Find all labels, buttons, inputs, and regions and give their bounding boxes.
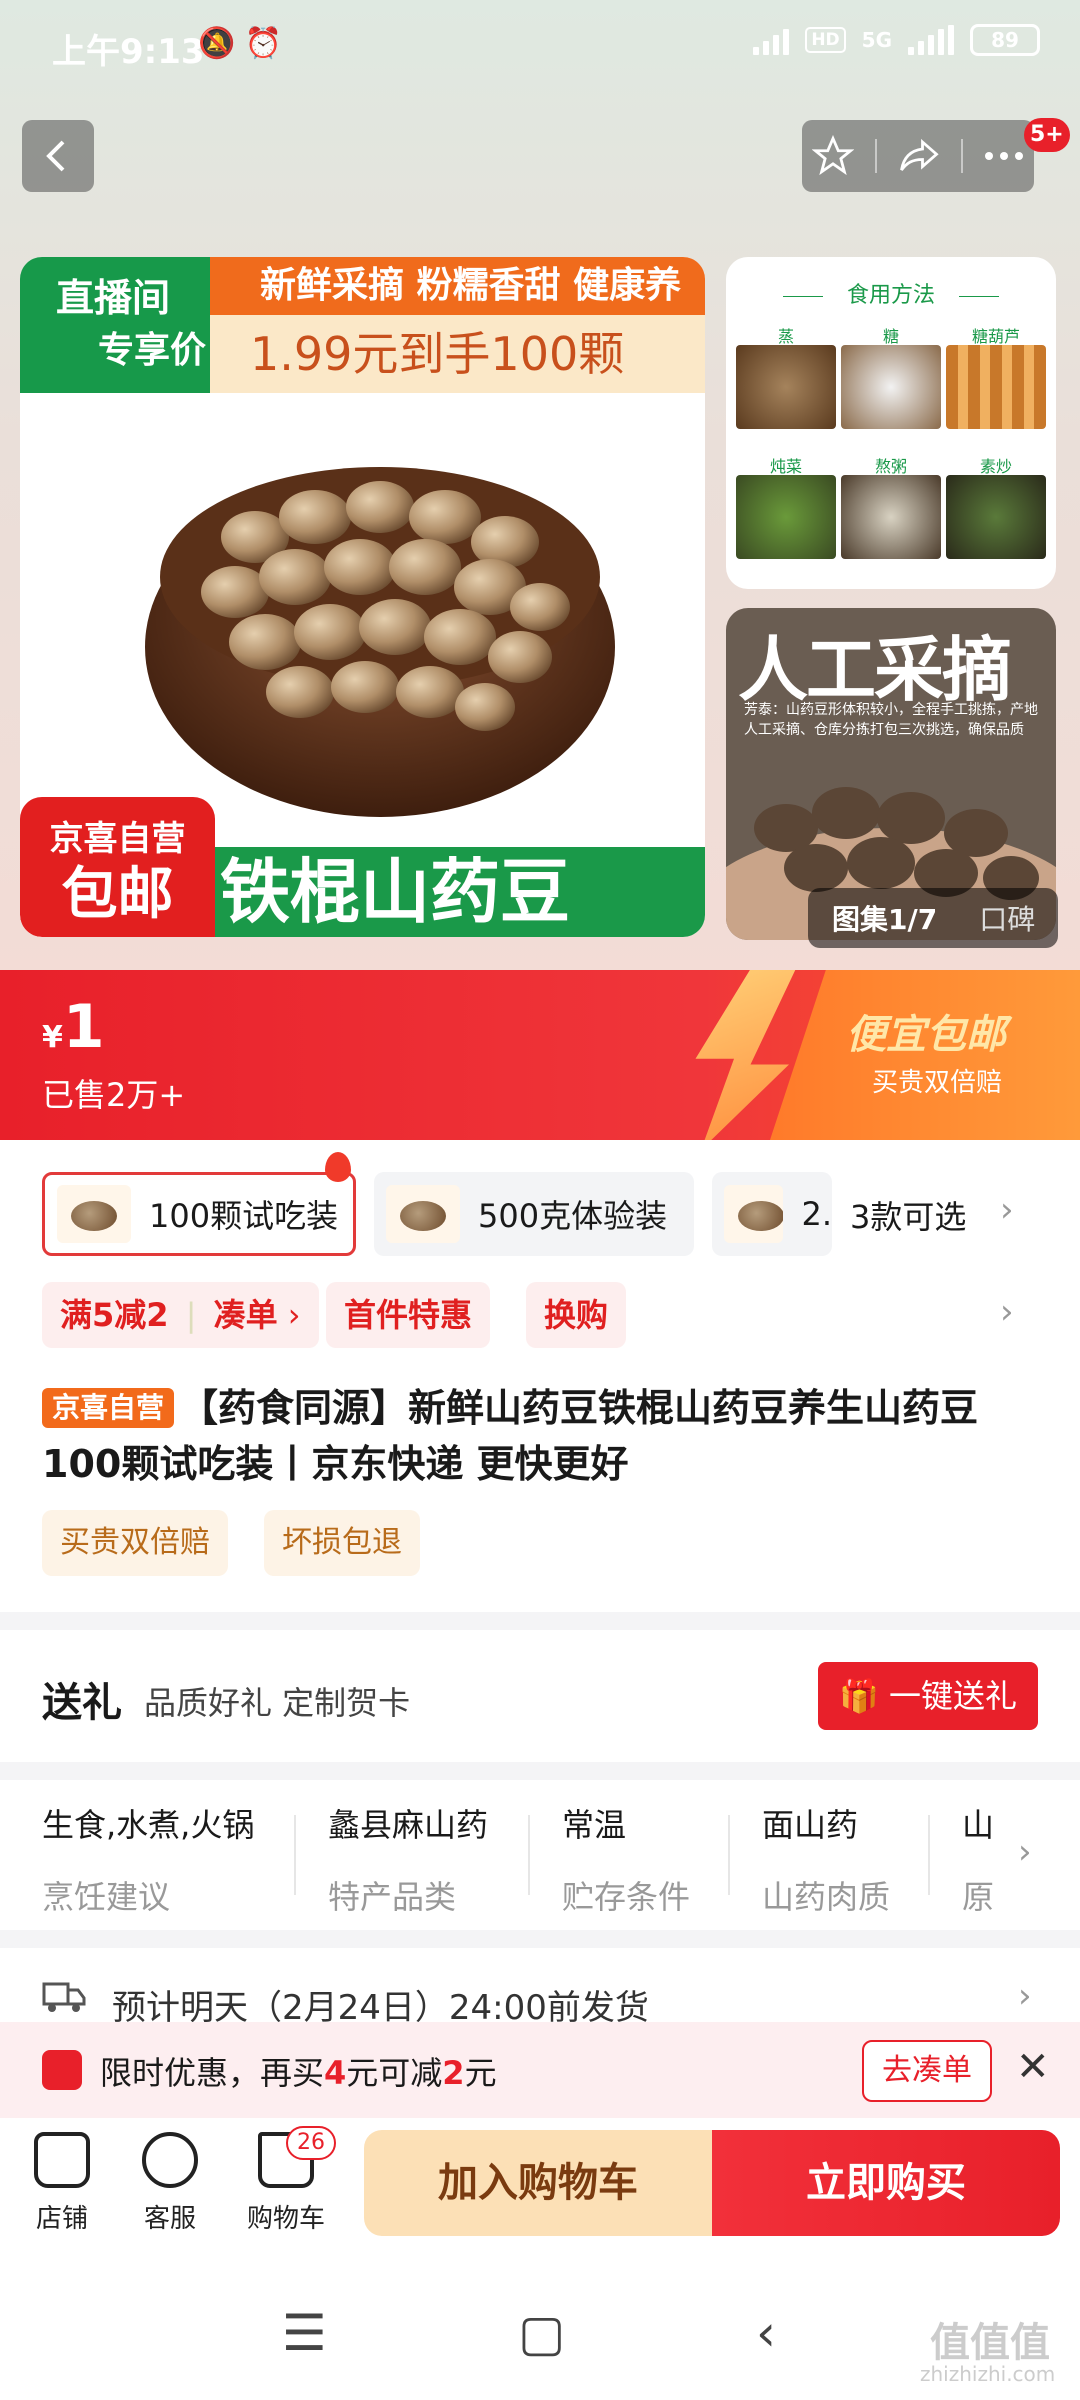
chat-icon xyxy=(142,2132,198,2188)
gift-icon: 🎁 xyxy=(838,1677,889,1715)
promo-title: 便宜包邮 xyxy=(846,1012,1006,1058)
network-label: 5G xyxy=(861,28,892,52)
star-icon[interactable] xyxy=(812,135,855,177)
cooking-cell: 熬粥 xyxy=(841,453,941,561)
promo-price-text: 1.99元到手100颗 xyxy=(210,315,705,393)
wifi-signal-icon xyxy=(753,25,790,55)
bowl-of-yam-beans-image xyxy=(145,467,615,817)
more-icon[interactable] xyxy=(984,151,1024,161)
live-price-tag: 直播间 专享价 xyxy=(20,257,230,393)
battery-icon: 89 xyxy=(970,24,1040,56)
price: ¥1 xyxy=(42,992,105,1062)
promo-chip-exchange[interactable]: 换购 xyxy=(526,1282,627,1348)
attribute-storage: 常温 贮存条件 xyxy=(562,1806,691,1916)
free-shipping-badge: 京喜自营 包邮 xyxy=(20,797,215,937)
sku-thumbnail xyxy=(57,1185,131,1243)
mute-alarm-icons: 🔕 ⏰ xyxy=(198,26,283,61)
watermark-url: zhizhizhi.com xyxy=(920,2362,1056,2386)
tab-gallery[interactable]: 图集1/7 xyxy=(808,898,937,938)
hd-icon: HD xyxy=(805,27,846,53)
share-icon[interactable] xyxy=(897,135,941,177)
chevron-right-icon[interactable]: › xyxy=(1000,1292,1014,1332)
menu-icon[interactable]: ☰ xyxy=(282,2304,327,2362)
watermark: 值值值 xyxy=(930,2320,1050,2366)
price-banner: ¥1 已售2万+ 便宜包邮 买贵双倍赔 xyxy=(0,970,1080,1140)
promo-slogan: 新鲜采摘 粉糯香甜 健康养生 xyxy=(210,257,705,364)
gift-title: 送礼 xyxy=(42,1680,122,1726)
cooking-cell: 炖菜 xyxy=(736,453,836,561)
send-gift-button[interactable]: 🎁 一键送礼 xyxy=(818,1662,1038,1730)
gallery-tabs: 图集1/7 口碑 xyxy=(808,888,1058,948)
store-icon xyxy=(34,2132,90,2188)
sku-option-500g[interactable]: 500克体验装 xyxy=(374,1172,694,1256)
limited-offer-bar: 限时优惠，再买4元可减2元 去凑单 ✕ xyxy=(0,2022,1080,2118)
service-tag-damage-refund[interactable]: 坏损包退 xyxy=(264,1510,420,1576)
add-to-cart-button[interactable]: 加入购物车 xyxy=(364,2130,712,2236)
cooking-cell: 蒸 xyxy=(736,323,836,431)
thumbnail-cooking-methods[interactable]: 食用方法 蒸 糖 糖葫芦 炖菜 熬粥 素炒 xyxy=(726,257,1056,589)
back-button[interactable] xyxy=(22,120,94,192)
attribute-category: 蠡县麻山药 特产品类 xyxy=(328,1806,489,1916)
promo-chip-discount[interactable]: 满5减2 | 凑单 › xyxy=(42,1282,319,1348)
jd-logo-icon xyxy=(42,2050,82,2090)
hot-icon xyxy=(325,1152,351,1182)
chevron-right-icon[interactable]: › xyxy=(1018,1976,1032,2016)
sku-more[interactable]: 3款可选 xyxy=(850,1192,966,1238)
status-bar: 上午9:13 🔕 ⏰ HD 5G 89 xyxy=(0,0,1080,92)
attribute-cooking: 生食,水煮,火锅 烹饪建议 xyxy=(42,1806,255,1916)
sold-count: 已售2万+ xyxy=(42,1076,186,1114)
status-time: 上午9:13 xyxy=(52,32,205,72)
cooking-cell: 糖 xyxy=(841,323,941,431)
cooking-cell: 素炒 xyxy=(946,453,1046,561)
store-button[interactable]: 店铺 xyxy=(12,2132,112,2235)
bottom-action-bar: 店铺 客服 购物车 26 加入购物车 立即购买 xyxy=(0,2118,1080,2258)
gift-subtitle: 品质好礼 定制贺卡 xyxy=(144,1684,411,1722)
system-navigation-bar: ☰ ▢ ‹ xyxy=(0,2258,1080,2400)
attribute-origin: 山原 xyxy=(962,1806,995,1916)
cart-count-badge: 26 xyxy=(286,2126,336,2160)
product-title: 京喜自营 【药食同源】新鲜山药豆铁棍山药豆养生山药豆 100颗试吃装丨京东快递 更… xyxy=(42,1386,979,1486)
sku-option-100[interactable]: 100颗试吃装 xyxy=(42,1172,356,1256)
home-icon[interactable]: ▢ xyxy=(518,2304,565,2362)
more-badge: 5+ xyxy=(1024,118,1070,152)
cooking-cell: 糖葫芦 xyxy=(946,323,1046,431)
attribute-texture: 面山药 山药肉质 xyxy=(762,1806,891,1916)
delivery-truck-icon xyxy=(42,1982,86,2012)
close-icon[interactable]: ✕ xyxy=(1016,2044,1050,2090)
sku-thumbnail xyxy=(386,1185,460,1243)
chevron-right-icon[interactable]: › xyxy=(1018,1832,1032,1872)
offer-text: 限时优惠，再买4元可减2元 xyxy=(100,2054,497,2092)
tab-reviews[interactable]: 口碑 xyxy=(937,898,1035,938)
customer-service-button[interactable]: 客服 xyxy=(120,2132,220,2235)
sku-option-3[interactable]: 2. xyxy=(712,1172,832,1256)
promo-chip-first-order[interactable]: 首件特惠 xyxy=(326,1282,491,1348)
add-on-button[interactable]: 去凑单 xyxy=(862,2040,992,2102)
chevron-right-icon[interactable]: › xyxy=(1000,1190,1014,1230)
self-operated-tag: 京喜自营 xyxy=(42,1388,175,1428)
chevron-left-icon xyxy=(46,140,65,172)
main-product-image[interactable]: 直播间 专享价 新鲜采摘 粉糯香甜 健康养生 1.99元到手100颗 铁棍山药豆… xyxy=(20,257,705,937)
buy-now-button[interactable]: 立即购买 xyxy=(712,2130,1060,2236)
header-action-bar xyxy=(802,120,1034,192)
back-icon[interactable]: ‹ xyxy=(756,2304,776,2362)
cell-signal-icon xyxy=(908,25,954,55)
sku-thumbnail xyxy=(724,1185,784,1243)
product-name-banner: 铁棍山药豆 xyxy=(160,847,705,937)
promo-subtitle: 买贵双倍赔 xyxy=(872,1068,1003,1098)
service-tag-price-guarantee[interactable]: 买贵双倍赔 xyxy=(42,1510,228,1576)
